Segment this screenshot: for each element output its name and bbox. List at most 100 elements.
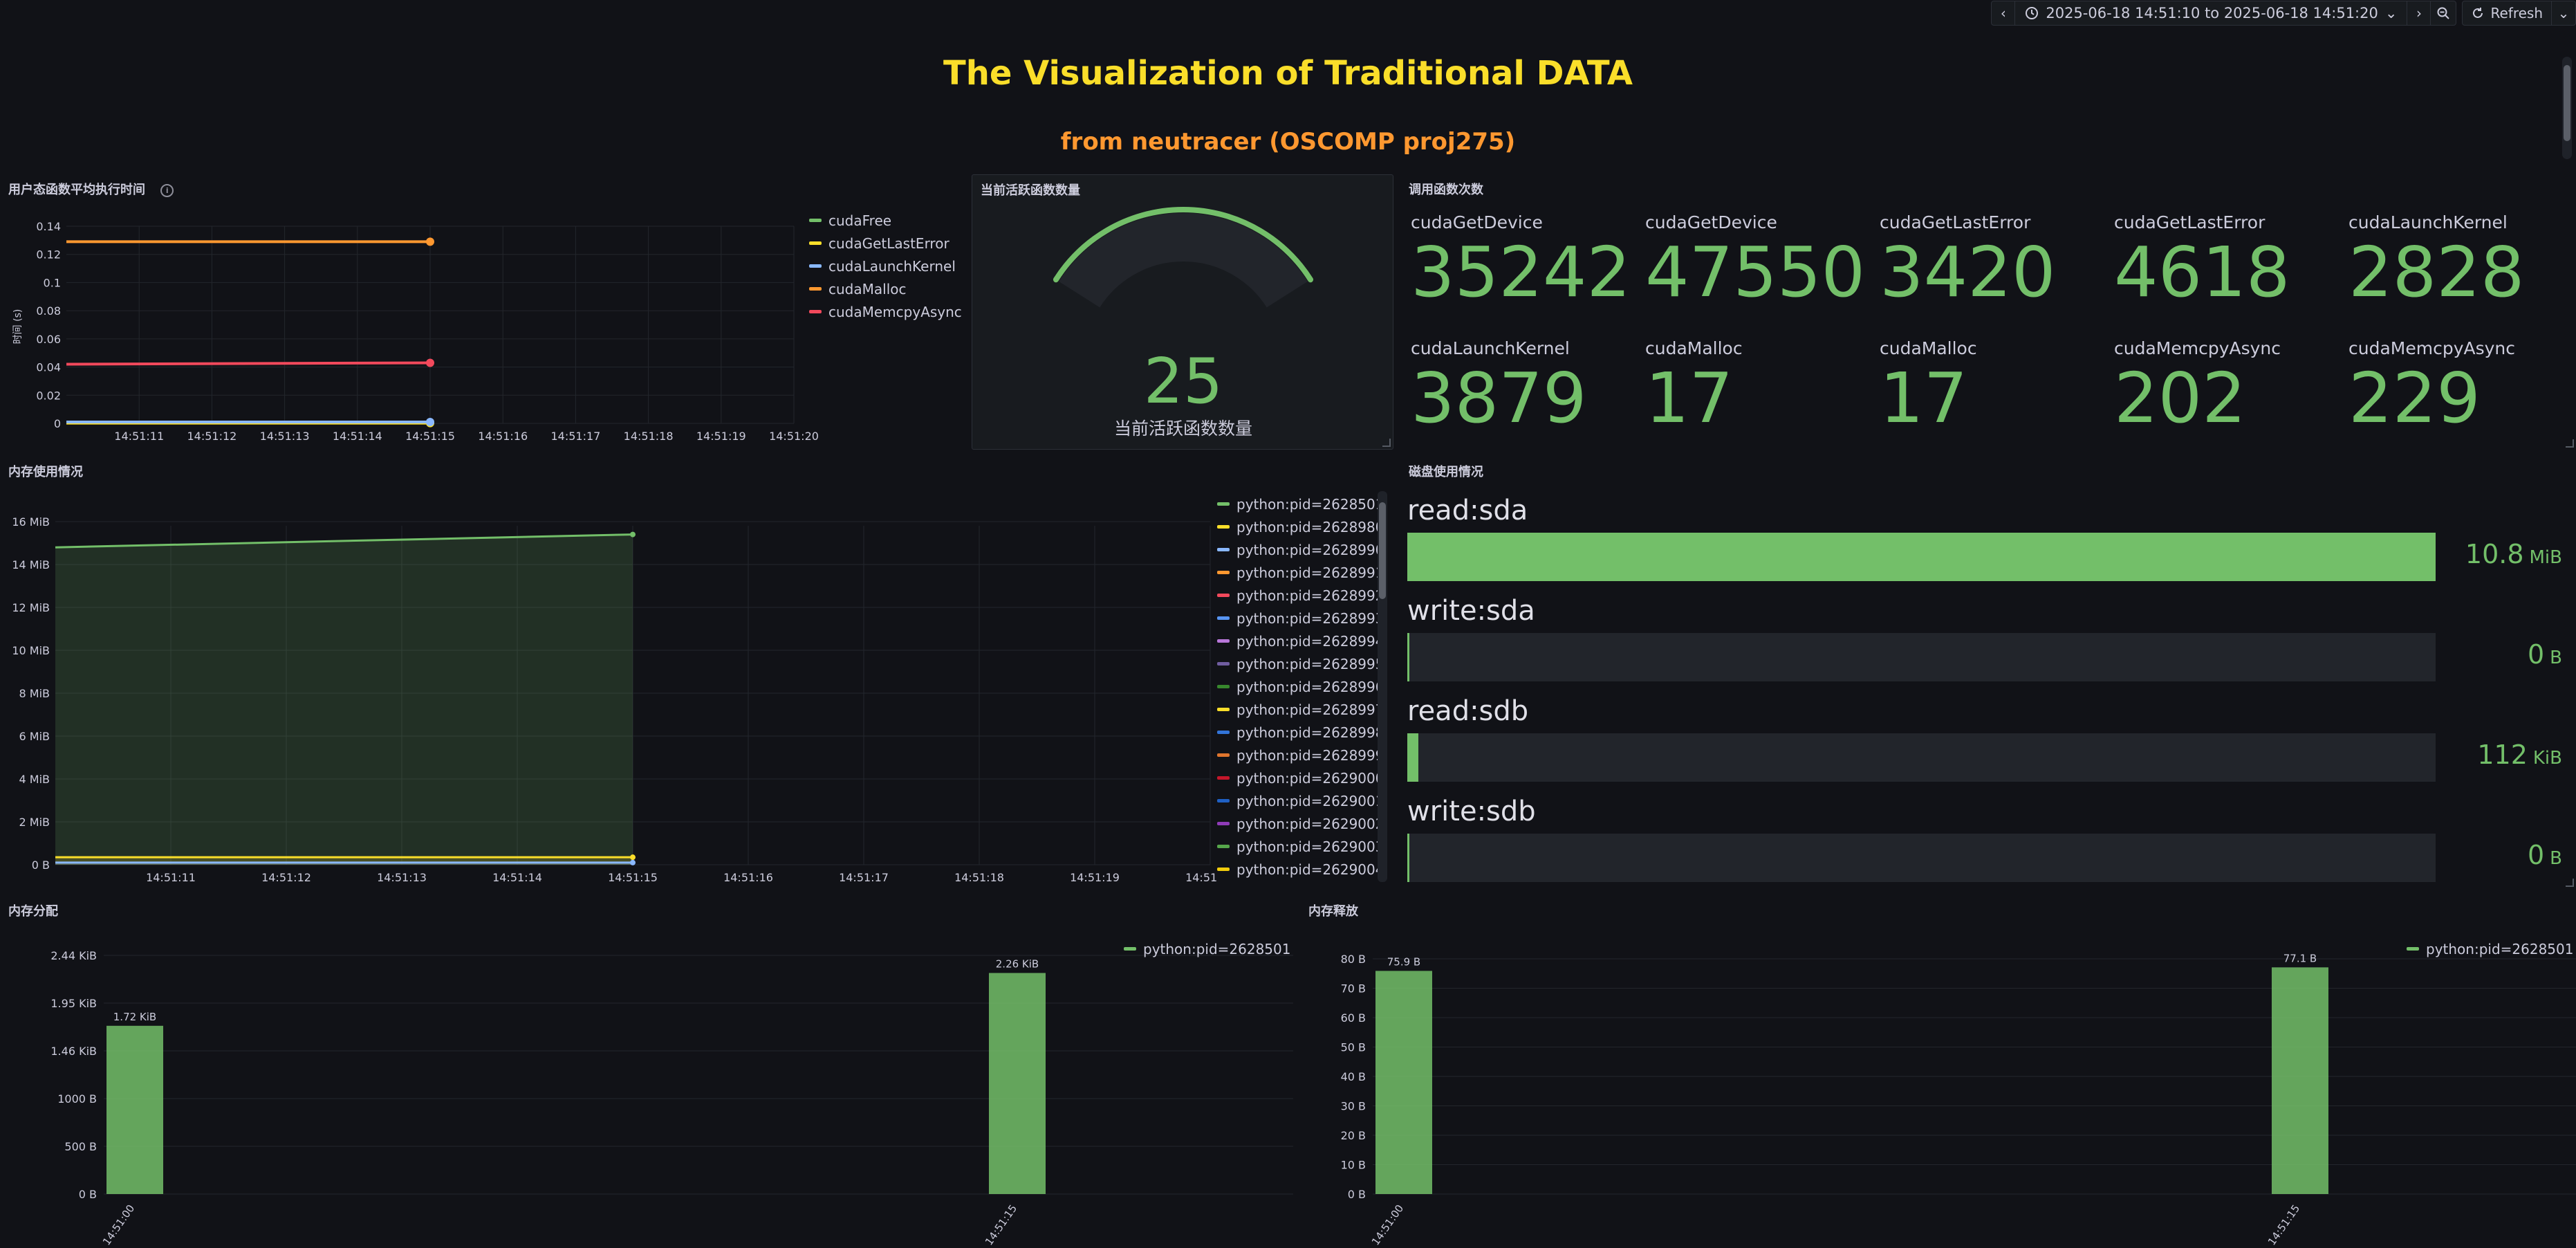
legend-swatch [1217, 799, 1230, 802]
series-point[interactable] [426, 237, 434, 246]
resize-handle[interactable] [2566, 879, 2574, 887]
resize-handle[interactable] [1382, 439, 1391, 447]
series-point[interactable] [630, 859, 636, 865]
legend-item[interactable]: python:pid=2628501 [1124, 937, 1290, 960]
legend-item[interactable]: python:pid=2628992 [1217, 584, 1384, 607]
y-tick-label: 80 B [1341, 953, 1366, 966]
refresh-button[interactable]: Refresh [2463, 1, 2552, 25]
time-range-picker[interactable]: 2025-06-18 14:51:10 to 2025-06-18 14:51:… [2015, 1, 2408, 25]
series-line[interactable] [66, 361, 431, 366]
legend-item[interactable]: python:pid=2629003 [1217, 835, 1384, 858]
chevron-left-icon: ‹ [2000, 5, 2006, 21]
legend-label: cudaGetLastError [828, 235, 949, 252]
x-tick-label: 14:51:20 [1185, 871, 1217, 884]
legend-item[interactable]: python:pid=2628998 [1217, 721, 1384, 744]
legend-label: python:pid=2628994 [1236, 632, 1384, 650]
y-tick-label: 0.02 [36, 389, 61, 402]
legend-label: python:pid=2629003 [1236, 838, 1384, 855]
y-tick-label: 60 B [1341, 1011, 1366, 1025]
disk-label: write:sda [1407, 595, 1535, 627]
bar[interactable] [106, 1025, 163, 1194]
zoom-out-button[interactable] [2431, 1, 2456, 25]
legend-label: python:pid=2628993 [1236, 609, 1384, 627]
series-point[interactable] [426, 417, 434, 426]
time-forward-button[interactable]: › [2407, 1, 2431, 25]
legend-item[interactable]: python:pid=2628999 [1217, 744, 1384, 767]
legend-item[interactable]: python:pid=2629000 [1217, 767, 1384, 789]
x-tick-label: 14:51:15 [2265, 1202, 2302, 1248]
stat-cell: cudaGetLastError 4618 [2114, 212, 2342, 307]
y-tick-label: 10 B [1341, 1159, 1366, 1172]
legend-item[interactable]: cudaMemcpyAsync [809, 300, 962, 323]
stat-cell: cudaLaunchKernel 2828 [2348, 212, 2576, 307]
legend-item[interactable]: cudaLaunchKernel [809, 255, 962, 277]
memory-free-legend: python:pid=2628501 [2407, 937, 2573, 960]
x-tick-label: 14:51:00 [1369, 1202, 1406, 1248]
refresh-label: Refresh [2490, 5, 2543, 21]
legend-item[interactable]: python:pid=2628997 [1217, 698, 1384, 721]
chevron-right-icon: › [2416, 5, 2422, 21]
resize-handle[interactable] [2566, 439, 2574, 448]
series-point[interactable] [426, 358, 434, 367]
legend-scrollbar-thumb[interactable] [1379, 502, 1386, 599]
legend-item[interactable]: python:pid=2628980 [1217, 515, 1384, 538]
zoom-out-icon [2437, 7, 2450, 19]
series-point[interactable] [630, 531, 636, 538]
bar[interactable] [989, 973, 1046, 1194]
memory-alloc-panel: 内存分配 0 B 500 B 1000 B 1.46 KiB 1.95 KiB 2.44 … [0, 896, 1293, 1248]
time-controls: ‹ 2025-06-18 14:51:10 to 2025-06-18 14:5… [1991, 0, 2576, 26]
x-tick-label: 14:51:00 [100, 1202, 137, 1248]
legend-item[interactable]: cudaFree [809, 209, 962, 232]
stat-cell: cudaMalloc 17 [1645, 338, 1873, 433]
legend-item[interactable]: python:pid=2629001 [1217, 789, 1384, 812]
legend-item[interactable]: cudaMalloc [809, 277, 962, 300]
disk-bar [1407, 733, 2436, 782]
legend-swatch [809, 287, 822, 291]
bar-value-label: 75.9 B [1387, 955, 1420, 968]
time-back-button[interactable]: ‹ [1992, 1, 2016, 25]
series-point[interactable] [630, 854, 636, 861]
legend-item[interactable]: python:pid=2629002 [1217, 812, 1384, 835]
x-tick-label: 14:51:17 [839, 871, 889, 884]
legend-label: python:pid=2628980 [1236, 518, 1384, 535]
legend-swatch [2407, 947, 2419, 951]
legend-item[interactable]: python:pid=2628501 [2407, 937, 2573, 960]
bar-value-label: 77.1 B [2283, 952, 2317, 964]
legend-item[interactable]: python:pid=2628993 [1217, 607, 1384, 630]
legend-label: python:pid=2628996 [1236, 678, 1384, 695]
legend-item[interactable]: python:pid=2628991 [1217, 561, 1384, 584]
bar[interactable] [1375, 971, 1432, 1194]
legend-item[interactable]: python:pid=2628994 [1217, 630, 1384, 652]
stat-label: cudaMalloc [1645, 338, 1743, 358]
y-tick-label: 14 MiB [12, 558, 50, 571]
legend-item[interactable]: python:pid=2629004 [1217, 858, 1384, 881]
memory-usage-legend: python:pid=2628501 python:pid=2628980 pyth… [1217, 493, 1384, 881]
memory-free-chart[interactable]: 0 B 10 B 20 B 30 B 40 B 50 B 60 B 70 B 80 B 75.9 … [1300, 896, 2576, 1248]
disk-usage-panel: 磁盘使用情况 read:sda 10.8 MiB write:sda 0 Bread:sd… [1400, 457, 2576, 889]
y-tick-label: 0 [54, 417, 61, 430]
stat-value: 3420 [1880, 232, 2056, 313]
legend-label: python:pid=2628995 [1236, 655, 1384, 672]
x-tick-label: 14:51:16 [723, 871, 773, 884]
legend-item[interactable]: python:pid=2628995 [1217, 652, 1384, 675]
x-tick-label: 14:51:20 [769, 430, 819, 443]
legend-item[interactable]: python:pid=2628996 [1217, 675, 1384, 698]
legend-swatch [1217, 753, 1230, 757]
x-tick-label: 14:51:14 [333, 430, 382, 443]
bar[interactable] [2272, 967, 2328, 1194]
text-panel-scrollbar-thumb[interactable] [2564, 65, 2570, 141]
stat-cell: cudaMalloc 17 [1880, 338, 2108, 433]
memory-alloc-legend: python:pid=2628501 [1124, 937, 1290, 960]
legend-swatch [1217, 616, 1230, 620]
stat-label: cudaGetDevice [1411, 212, 1543, 232]
dashboard-subtitle: from neutracer (OSCOMP proj275) [1060, 128, 1516, 156]
legend-item[interactable]: cudaGetLastError [809, 232, 962, 255]
memory-usage-chart[interactable]: 0 B 2 MiB 4 MiB 6 MiB 8 MiB 10 MiB 12 MiB 14 Mi… [0, 457, 1217, 889]
stat-label: cudaGetDevice [1645, 212, 1777, 232]
refresh-interval-dropdown[interactable]: ⌄ [2552, 1, 2575, 25]
legend-item[interactable]: python:pid=2628990 [1217, 538, 1384, 561]
legend-item[interactable]: python:pid=2628501 [1217, 493, 1384, 515]
stat-value: 229 [2348, 358, 2481, 439]
memory-alloc-chart[interactable]: 0 B 500 B 1000 B 1.46 KiB 1.95 KiB 2.44 KiB 1.… [0, 896, 1293, 1248]
legend-label: python:pid=2628998 [1236, 724, 1384, 741]
